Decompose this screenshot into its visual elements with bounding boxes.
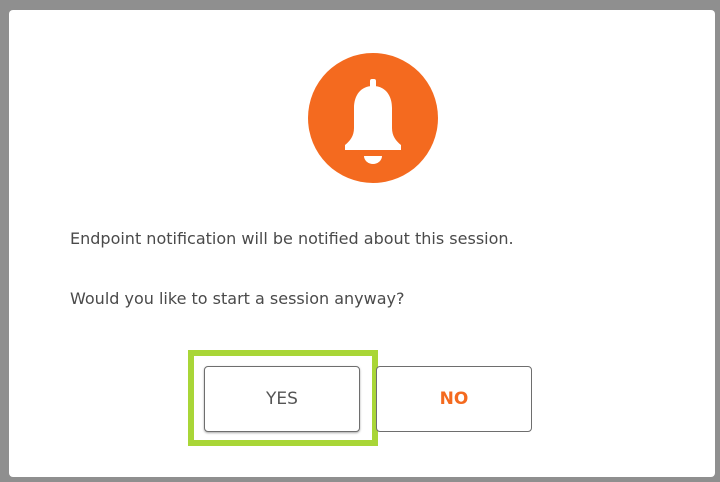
no-button[interactable]: NO (376, 366, 532, 432)
notification-message: Endpoint notification will be notified a… (70, 229, 514, 248)
notification-badge (308, 53, 438, 183)
confirmation-question: Would you like to start a session anyway… (70, 289, 405, 308)
session-confirmation-dialog: Endpoint notification will be notified a… (9, 10, 715, 477)
bell-icon (345, 79, 401, 164)
yes-button[interactable]: YES (204, 366, 360, 432)
